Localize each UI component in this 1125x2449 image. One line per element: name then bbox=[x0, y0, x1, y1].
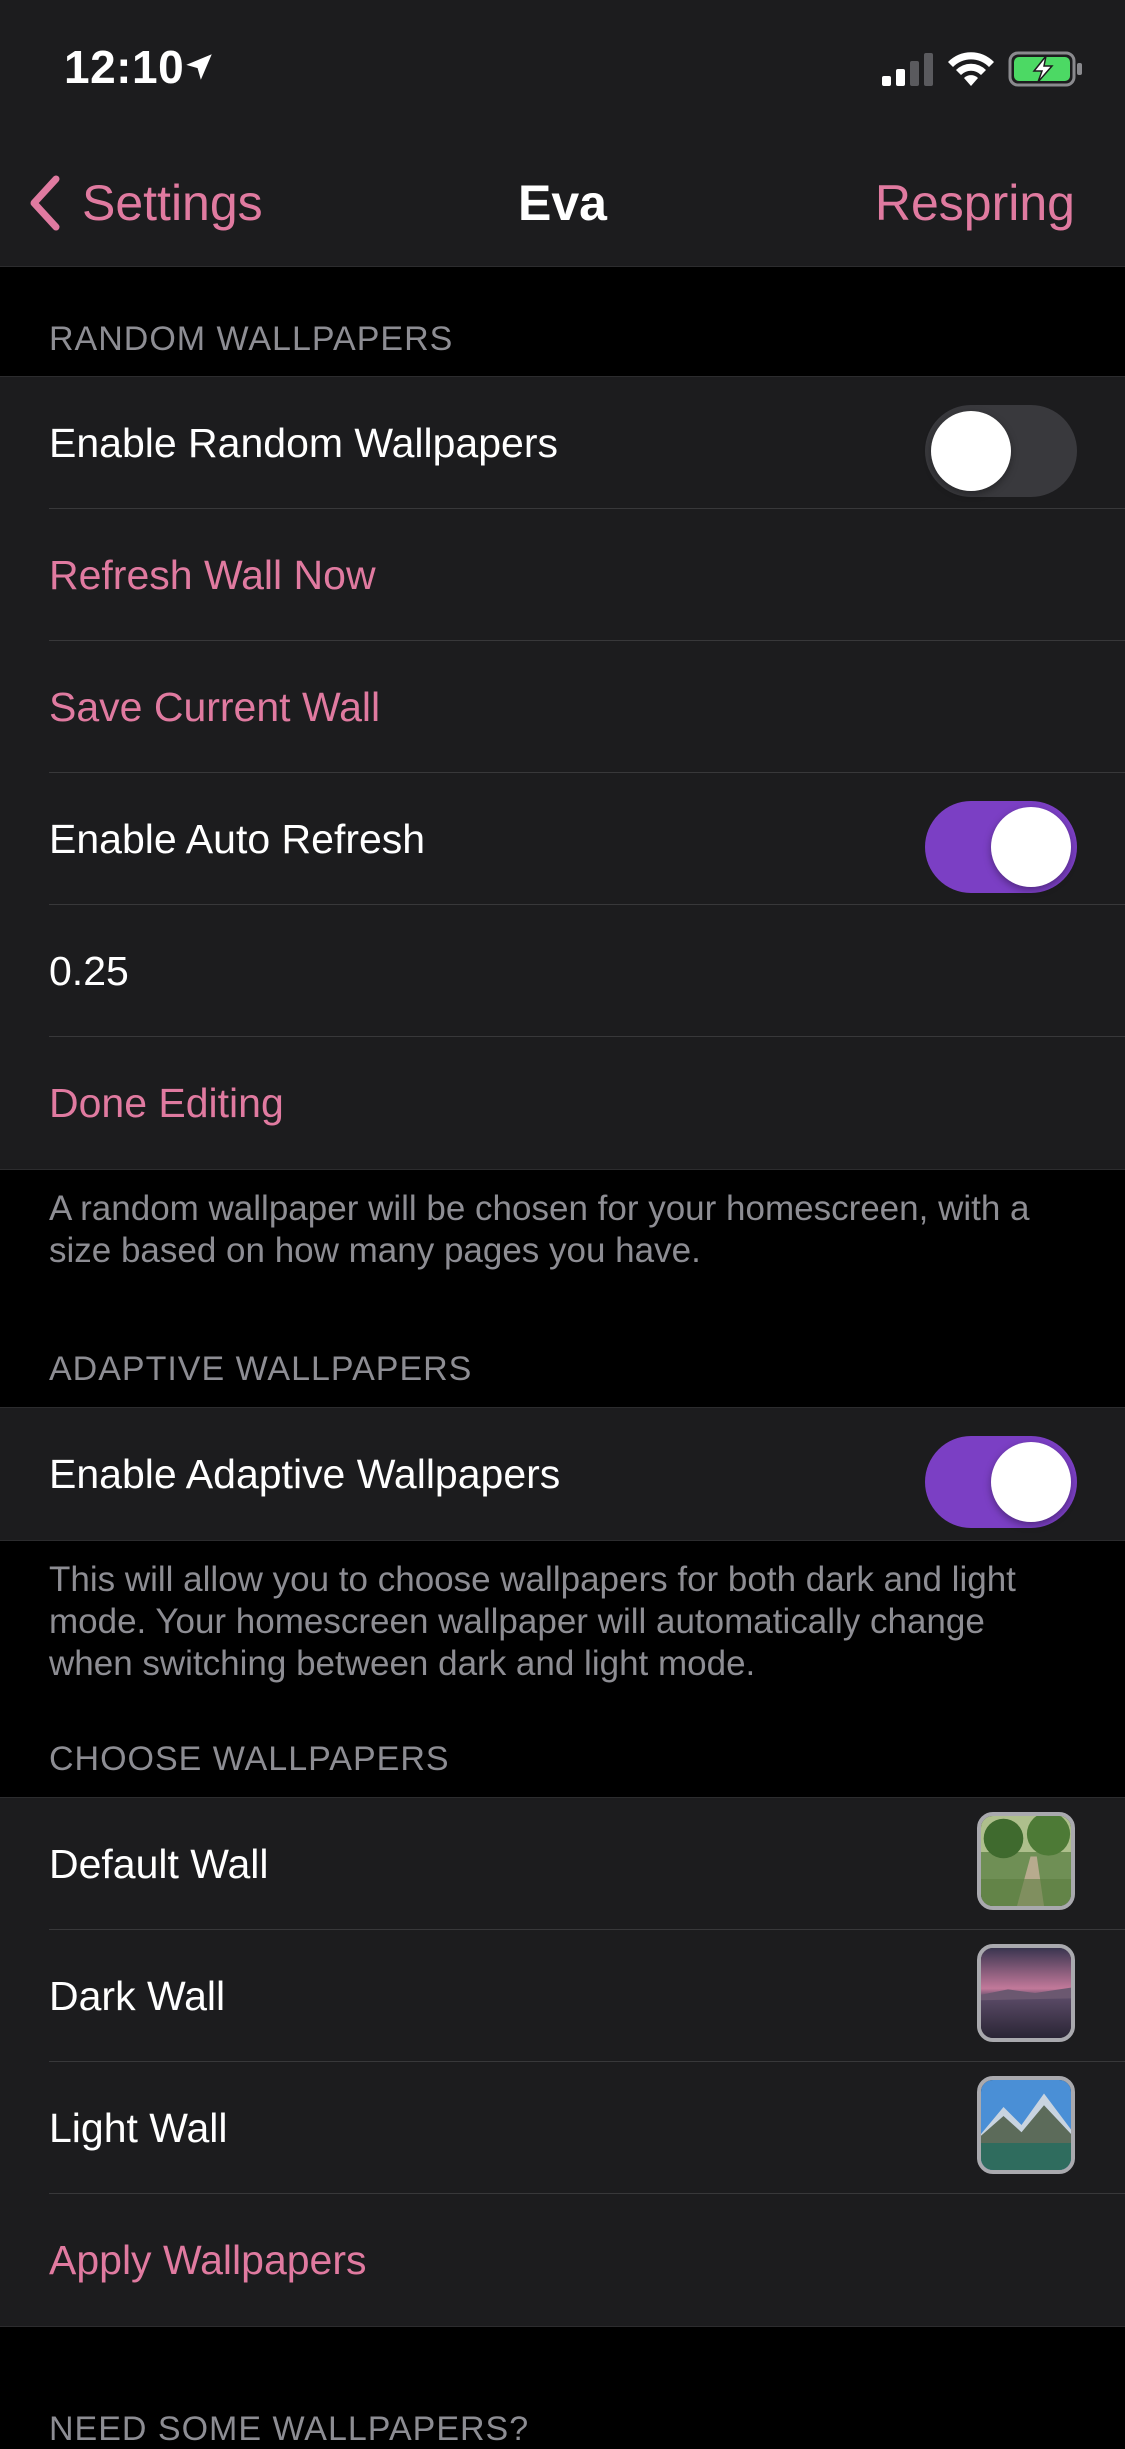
adaptive-wallpapers-header: ADAPTIVE WALLPAPERS bbox=[49, 1350, 473, 1388]
enable-adaptive-row: Enable Adaptive Wallpapers bbox=[0, 1408, 1125, 1540]
need-wallpapers-header: NEED SOME WALLPAPERS? bbox=[49, 2410, 530, 2448]
toggle-knob bbox=[991, 1442, 1071, 1522]
save-wall-row[interactable]: Save Current Wall bbox=[0, 641, 1125, 773]
default-wall-label: Default Wall bbox=[49, 1840, 269, 1887]
apply-wallpapers-button[interactable]: Apply Wallpapers bbox=[49, 2237, 367, 2284]
dark-wall-label: Dark Wall bbox=[49, 1972, 226, 2019]
enable-random-label: Enable Random Wallpapers bbox=[49, 419, 558, 466]
save-current-wall-button[interactable]: Save Current Wall bbox=[49, 684, 380, 731]
cellular-signal-icon bbox=[882, 53, 933, 86]
dark-wall-row[interactable]: Dark Wall bbox=[0, 1930, 1125, 2062]
done-editing-button[interactable]: Done Editing bbox=[49, 1080, 284, 1127]
interval-value-field[interactable]: 0.25 bbox=[49, 948, 129, 995]
random-wallpapers-footer: A random wallpaper will be chosen for yo… bbox=[49, 1189, 1030, 1270]
adaptive-wallpapers-group: Enable Adaptive Wallpapers bbox=[0, 1407, 1125, 1541]
enable-adaptive-label: Enable Adaptive Wallpapers bbox=[49, 1450, 561, 1497]
light-wall-label: Light Wall bbox=[49, 2104, 228, 2151]
dark-wall-image bbox=[981, 1948, 1071, 2038]
random-wallpapers-header: RANDOM WALLPAPERS bbox=[49, 320, 454, 358]
default-wall-thumbnail[interactable] bbox=[977, 1812, 1075, 1910]
interval-row[interactable]: 0.25 bbox=[0, 905, 1125, 1037]
enable-random-row: Enable Random Wallpapers bbox=[0, 377, 1125, 509]
light-wall-thumbnail[interactable] bbox=[977, 2076, 1075, 2174]
done-editing-row[interactable]: Done Editing bbox=[0, 1037, 1125, 1169]
default-wall-row[interactable]: Default Wall bbox=[0, 1798, 1125, 1930]
auto-refresh-label: Enable Auto Refresh bbox=[49, 815, 426, 862]
status-time: 12:10 bbox=[64, 41, 185, 93]
random-wallpapers-group: Enable Random Wallpapers Refresh Wall No… bbox=[0, 376, 1125, 1170]
toggle-knob bbox=[931, 411, 1011, 491]
refresh-wall-button[interactable]: Refresh Wall Now bbox=[49, 552, 376, 599]
light-wall-row[interactable]: Light Wall bbox=[0, 2062, 1125, 2194]
location-arrow-icon bbox=[186, 54, 212, 80]
enable-random-toggle[interactable] bbox=[925, 405, 1077, 497]
auto-refresh-row: Enable Auto Refresh bbox=[0, 773, 1125, 905]
battery-charging-icon bbox=[1008, 51, 1082, 87]
toggle-knob bbox=[991, 807, 1071, 887]
enable-adaptive-toggle[interactable] bbox=[925, 1436, 1077, 1528]
choose-wallpapers-group: Default Wall Dark Wall Light Wall Apply … bbox=[0, 1797, 1125, 2327]
respring-button[interactable]: Respring bbox=[875, 170, 1075, 236]
dark-wall-thumbnail[interactable] bbox=[977, 1944, 1075, 2042]
default-wall-image bbox=[981, 1816, 1071, 1906]
wifi-icon bbox=[948, 52, 994, 86]
auto-refresh-toggle[interactable] bbox=[925, 801, 1077, 893]
refresh-wall-row[interactable]: Refresh Wall Now bbox=[0, 509, 1125, 641]
adaptive-wallpapers-footer: This will allow you to choose wallpapers… bbox=[49, 1560, 1016, 1683]
apply-wallpapers-row[interactable]: Apply Wallpapers bbox=[0, 2194, 1125, 2326]
navigation-bar: Settings Eva Respring bbox=[0, 140, 1125, 267]
light-wall-image bbox=[981, 2080, 1071, 2170]
status-bar: 12:10 bbox=[0, 0, 1125, 140]
choose-wallpapers-header: CHOOSE WALLPAPERS bbox=[49, 1740, 450, 1778]
